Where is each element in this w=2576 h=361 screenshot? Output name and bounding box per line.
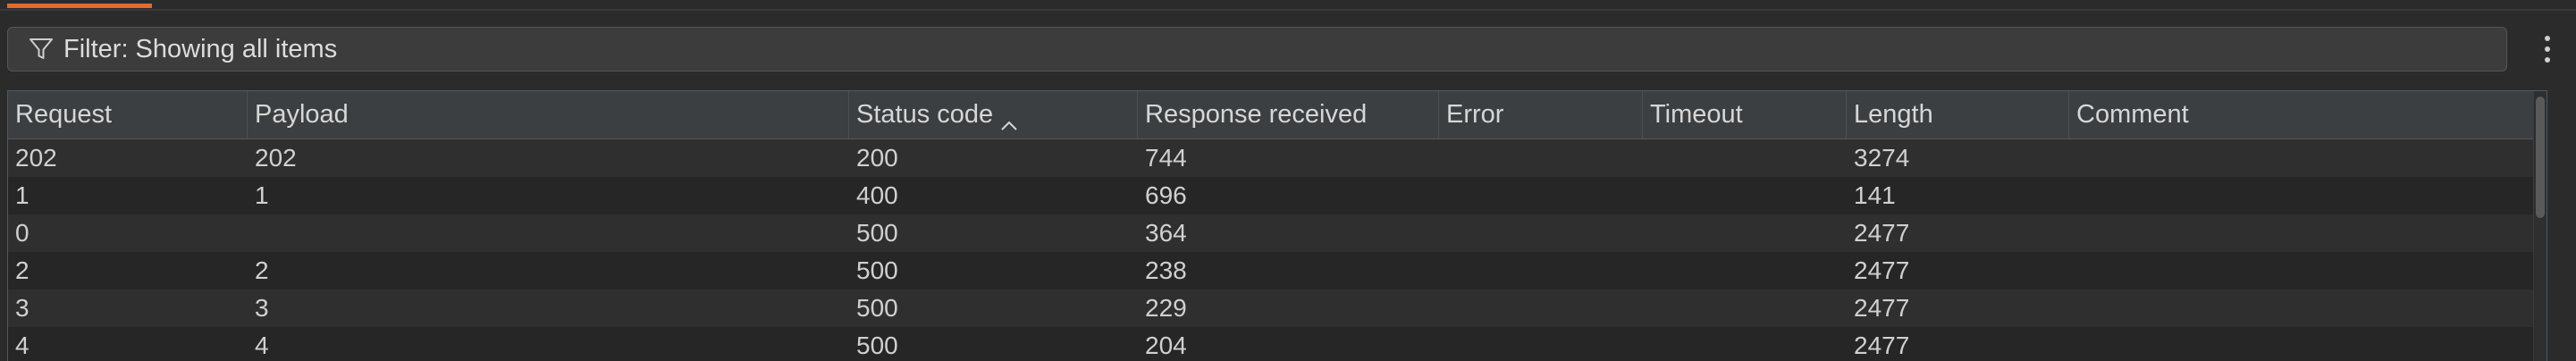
table-row[interactable]: 0 500 364 2477: [8, 214, 2547, 252]
intruder-results-panel: Filter: Showing all items Request Payloa…: [0, 0, 2576, 361]
cell-response-received: 744: [1145, 144, 1187, 172]
cell-length: 141: [1854, 181, 1896, 209]
cell-response-received: 204: [1145, 332, 1187, 359]
cell-request: 0: [15, 219, 29, 247]
vertical-scrollbar[interactable]: [2533, 91, 2547, 361]
table-row[interactable]: 3 3 500 229 2477: [8, 290, 2547, 327]
cell-payload: 1: [255, 181, 269, 209]
column-header-response-received[interactable]: Response received: [1138, 91, 1439, 139]
cell-length: 2477: [1854, 294, 1910, 322]
cell-error: [1439, 327, 1446, 361]
column-header-comment[interactable]: Comment: [2069, 91, 2547, 139]
cell-request: 3: [15, 294, 29, 322]
cell-comment: [2069, 290, 2076, 327]
cell-request: 202: [15, 144, 57, 172]
column-header-length[interactable]: Length: [1847, 91, 2069, 139]
cell-error: [1439, 214, 1446, 252]
more-options-button[interactable]: [2530, 27, 2565, 71]
cell-length: 3274: [1854, 144, 1910, 172]
scrollbar-thumb[interactable]: [2536, 97, 2545, 218]
table-row[interactable]: 202 202 200 744 3274: [8, 139, 2547, 177]
table-row[interactable]: 4 4 500 204 2477: [8, 327, 2547, 361]
cell-timeout: [1643, 177, 1650, 214]
column-header-status-code[interactable]: Status code: [849, 91, 1138, 139]
cell-payload: [248, 214, 255, 252]
cell-response-received: 696: [1145, 181, 1187, 209]
cell-comment: [2069, 214, 2076, 252]
cell-length: 2477: [1854, 219, 1910, 247]
cell-status-code: 500: [856, 219, 898, 247]
cell-comment: [2069, 327, 2076, 361]
cell-status-code: 500: [856, 294, 898, 322]
filter-bar[interactable]: Filter: Showing all items: [7, 27, 2507, 71]
column-header-payload[interactable]: Payload: [248, 91, 849, 139]
cell-status-code: 200: [856, 144, 898, 172]
active-tab-indicator: [7, 4, 152, 8]
cell-response-received: 238: [1145, 256, 1187, 284]
cell-timeout: [1643, 214, 1650, 252]
table-header: Request Payload Status code Response rec…: [8, 91, 2547, 139]
results-table: Request Payload Status code Response rec…: [7, 90, 2547, 361]
cell-timeout: [1643, 327, 1650, 361]
column-header-error[interactable]: Error: [1439, 91, 1643, 139]
cell-timeout: [1643, 252, 1650, 290]
table-row[interactable]: 1 1 400 696 141: [8, 177, 2547, 214]
cell-payload: 202: [255, 144, 297, 172]
cell-error: [1439, 252, 1446, 290]
cell-error: [1439, 290, 1446, 327]
cell-error: [1439, 139, 1446, 177]
funnel-icon: [26, 34, 56, 64]
cell-response-received: 364: [1145, 219, 1187, 247]
vertical-ellipsis-icon: [2545, 36, 2550, 41]
cell-length: 2477: [1854, 332, 1910, 359]
cell-status-code: 400: [856, 181, 898, 209]
cell-comment: [2069, 177, 2076, 214]
cell-length: 2477: [1854, 256, 1910, 284]
cell-timeout: [1643, 139, 1650, 177]
table-row[interactable]: 2 2 500 238 2477: [8, 252, 2547, 290]
cell-response-received: 229: [1145, 294, 1187, 322]
cell-status-code: 500: [856, 332, 898, 359]
sort-ascending-icon: [1000, 109, 1018, 130]
column-header-request[interactable]: Request: [8, 91, 248, 139]
filter-label: Filter: Showing all items: [63, 34, 338, 63]
cell-payload: 4: [255, 332, 269, 359]
cell-request: 4: [15, 332, 29, 359]
tab-strip: [0, 0, 2576, 11]
cell-timeout: [1643, 290, 1650, 327]
cell-comment: [2069, 252, 2076, 290]
cell-error: [1439, 177, 1446, 214]
cell-payload: 2: [255, 256, 269, 284]
cell-payload: 3: [255, 294, 269, 322]
column-header-timeout[interactable]: Timeout: [1643, 91, 1847, 139]
cell-comment: [2069, 139, 2076, 177]
cell-status-code: 500: [856, 256, 898, 284]
cell-request: 2: [15, 256, 29, 284]
cell-request: 1: [15, 181, 29, 209]
